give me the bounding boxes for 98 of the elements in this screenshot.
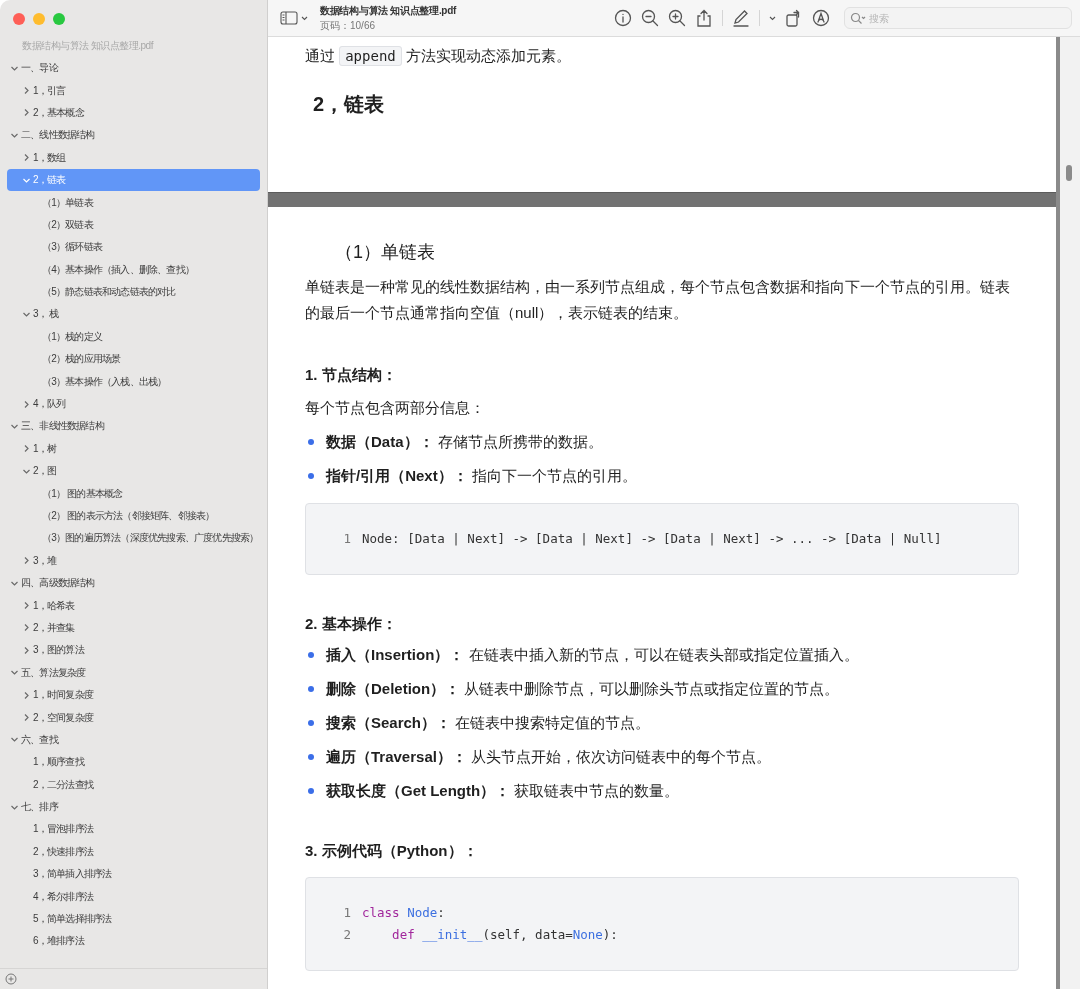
outline-item[interactable]: 2，二分法查找 <box>7 773 260 796</box>
code-line: class Node: <box>362 904 445 922</box>
bullet-icon <box>308 652 314 658</box>
zoom-out-icon[interactable] <box>641 9 659 27</box>
outline-item[interactable]: （1） 图的基本概念 <box>7 482 260 505</box>
chevron-down-icon[interactable] <box>10 735 19 745</box>
chevron-right-icon[interactable] <box>22 108 31 118</box>
outline-item[interactable]: 5，简单选择排序法 <box>7 907 260 931</box>
chevron-right-icon[interactable] <box>22 601 31 611</box>
list-item-text: 获取长度（Get Length）： 获取链表中节点的数量。 <box>326 781 680 801</box>
outline-item[interactable]: （3）图的遍历算法（深度优先搜索、广度优先搜索） <box>7 527 260 550</box>
outline-item[interactable]: 四、高级数据结构 <box>7 572 260 595</box>
chevron-down-icon[interactable] <box>769 15 776 21</box>
add-icon[interactable] <box>5 973 17 985</box>
list-item-text: 遍历（Traversal）： 从头节点开始，依次访问链表中的每个节点。 <box>326 747 772 767</box>
window-title: 数据结构与算法 知识点整理.pdf <box>320 3 456 18</box>
markup-icon[interactable] <box>812 9 830 27</box>
paragraph: 单链表是一种常见的线性数据结构，由一系列节点组成，每个节点包含数据和指向下一个节点的引用。链表的最后一个节点通常指向空值（null），表示链表的结束。 <box>305 277 1011 323</box>
chevron-down-icon[interactable] <box>301 15 308 21</box>
chevron-right-icon[interactable] <box>22 713 31 722</box>
outline-item[interactable]: 1，引言 <box>7 79 260 102</box>
outline-item[interactable]: 1，树 <box>7 437 260 461</box>
outline-item[interactable]: 3，图的算法 <box>7 639 260 662</box>
outline-item[interactable]: 1，哈希表 <box>7 594 260 617</box>
code-line: def __init__(self, data=None): <box>391 926 618 944</box>
outline-item[interactable]: 3，堆 <box>7 549 260 572</box>
chevron-right-icon[interactable] <box>22 623 31 633</box>
outline-item[interactable]: 一、导论 <box>7 57 260 80</box>
list-item-text: 搜索（Search）： 在链表中搜索特定值的节点。 <box>326 713 651 733</box>
pen-icon[interactable] <box>732 9 750 27</box>
outline-item[interactable]: 六、查找 <box>7 728 260 752</box>
line-number: 1 <box>343 904 351 922</box>
outline-item[interactable]: （3）基本操作（入栈、出栈） <box>7 370 260 393</box>
outline-item[interactable]: 1，时间复杂度 <box>7 683 260 707</box>
search-field[interactable]: 搜索 <box>844 7 1072 29</box>
chevron-right-icon[interactable] <box>22 153 31 163</box>
outline-item[interactable]: 1，数组 <box>7 146 260 169</box>
chevron-right-icon[interactable] <box>22 444 31 454</box>
outline-item[interactable]: 4，队列 <box>7 392 260 416</box>
section-label: 3. 示例代码（Python）： <box>305 842 478 861</box>
chevron-right-icon[interactable] <box>22 690 31 700</box>
info-icon[interactable] <box>614 9 632 27</box>
outline-item[interactable]: 2，并查集 <box>7 616 260 640</box>
outline-item[interactable]: （2）栈的应用场景 <box>7 348 260 371</box>
close-button[interactable] <box>13 13 25 25</box>
list-item-text: 指针/引用（Next）： 指向下一个节点的引用。 <box>326 466 637 486</box>
outline-item[interactable]: （4）基本操作（插入、删除、查找） <box>7 258 260 281</box>
bullet-icon <box>308 439 314 445</box>
list-item-text: 删除（Deletion）： 从链表中删除节点，可以删除头节点或指定位置的节点。 <box>326 679 840 699</box>
zoom-button[interactable] <box>53 13 65 25</box>
paragraph: 每个节点包含两部分信息： <box>305 398 486 418</box>
outline-item[interactable]: 3，简单插入排序法 <box>7 863 260 886</box>
outline-item[interactable]: 1，冒泡排序法 <box>7 818 260 841</box>
outline-item[interactable]: （5）静态链表和动态链表的对比 <box>7 280 260 304</box>
bullet-icon <box>308 754 314 760</box>
bullet-icon <box>308 788 314 794</box>
zoom-in-icon[interactable] <box>668 9 686 27</box>
section-heading: 2，链表 <box>312 92 385 117</box>
chevron-down-icon[interactable] <box>22 310 31 319</box>
outline-item[interactable]: （1）单链表 <box>7 191 260 214</box>
sidebar-toggle-icon[interactable] <box>280 10 298 26</box>
chevron-right-icon[interactable] <box>22 645 31 655</box>
outline-item[interactable]: 1，顺序查找 <box>7 751 260 774</box>
outline-item[interactable]: 2，快速排序法 <box>7 840 260 864</box>
chevron-down-icon[interactable] <box>10 668 19 678</box>
outline-item[interactable]: 2，空间复杂度 <box>7 706 260 729</box>
outline-item[interactable]: 二、线性数据结构 <box>7 124 260 147</box>
outline-item[interactable]: 2，基本概念 <box>7 101 260 125</box>
outline-item[interactable]: 6，堆排序法 <box>7 930 260 953</box>
section-label: 1. 节点结构： <box>305 366 397 385</box>
list-item-text: 插入（Insertion）： 在链表中插入新的节点，可以在链表头部或指定位置插入。 <box>326 645 859 665</box>
bullet-icon <box>308 473 314 479</box>
subsection-heading: （1）单链表 <box>334 241 435 264</box>
paragraph: 通过 append 方法实现动态添加元素。 <box>305 45 572 68</box>
outline-item[interactable]: 4，希尔排序法 <box>7 885 260 908</box>
outline-item[interactable]: （2） 图的表示方法（邻接矩阵、邻接表） <box>7 504 260 528</box>
list-item-text: 数据（Data）： 存储节点所携带的数据。 <box>326 432 603 452</box>
chevron-right-icon[interactable] <box>22 86 31 96</box>
section-label: 2. 基本操作： <box>305 615 397 634</box>
bullet-icon <box>308 720 314 726</box>
line-number: 1 <box>343 530 351 548</box>
share-icon[interactable] <box>695 9 713 27</box>
chevron-right-icon[interactable] <box>22 399 31 409</box>
search-icon <box>850 12 866 25</box>
outline-item[interactable]: （3）循环链表 <box>7 236 260 259</box>
page-indicator: 页码：10/66 <box>320 18 377 33</box>
outline-item[interactable]: 五、算法复杂度 <box>7 661 260 684</box>
outline-item[interactable]: 3， 栈 <box>7 303 260 326</box>
outline-item[interactable]: （1）栈的定义 <box>7 325 260 349</box>
bullet-icon <box>308 686 314 692</box>
outline-item[interactable]: 七、排序 <box>7 795 260 819</box>
outline-item[interactable]: 2，图 <box>7 460 260 483</box>
line-number: 2 <box>343 926 351 944</box>
scrollbar-thumb[interactable] <box>1066 165 1072 181</box>
code-line: Node: [Data | Next] -> [Data | Next] -> [Data | Next] -> ... -> [Data | Null] <box>362 530 942 548</box>
chevron-right-icon[interactable] <box>22 556 31 566</box>
outline-item[interactable]: 三、非线性数据结构 <box>7 415 260 438</box>
outline-item[interactable]: （2）双链表 <box>7 213 260 237</box>
